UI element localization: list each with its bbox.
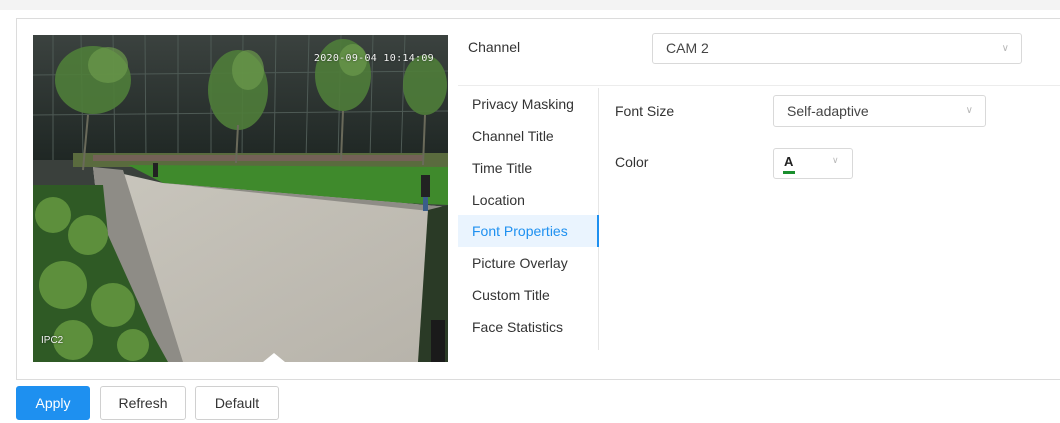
camera-scene xyxy=(33,35,448,362)
font-size-label: Font Size xyxy=(615,103,675,119)
header-strip xyxy=(0,0,1060,10)
video-preview: 2020-09-04 10:14:09 IPC2 xyxy=(33,35,448,362)
video-timestamp-overlay: 2020-09-04 10:14:09 xyxy=(313,53,434,64)
refresh-button[interactable]: Refresh xyxy=(100,386,186,420)
menu-item-font-properties[interactable]: Font Properties xyxy=(458,215,599,247)
video-channel-overlay: IPC2 xyxy=(41,335,64,346)
default-button[interactable]: Default xyxy=(195,386,279,420)
chevron-down-icon: ∨ xyxy=(1001,43,1009,54)
menu-item-time-title[interactable]: Time Title xyxy=(458,152,598,184)
apply-button[interactable]: Apply xyxy=(16,386,90,420)
menu-item-face-statistics[interactable]: Face Statistics xyxy=(458,311,598,343)
chevron-down-icon: ∨ xyxy=(832,155,839,165)
color-swatch xyxy=(783,171,795,174)
channel-select-value: CAM 2 xyxy=(666,40,709,56)
menu-item-location[interactable]: Location xyxy=(458,184,598,216)
font-size-select[interactable]: Self-adaptive ∨ xyxy=(773,95,986,127)
channel-select[interactable]: CAM 2 ∨ xyxy=(652,33,1022,64)
overlay-menu: Privacy Masking Channel Title Time Title… xyxy=(458,88,599,350)
divider xyxy=(458,85,1060,86)
font-size-value: Self-adaptive xyxy=(787,103,869,119)
font-color-icon: A xyxy=(784,154,794,169)
channel-label: Channel xyxy=(468,39,521,55)
menu-item-privacy-masking[interactable]: Privacy Masking xyxy=(458,88,598,120)
menu-item-custom-title[interactable]: Custom Title xyxy=(458,279,598,311)
collapse-tab-icon[interactable] xyxy=(263,353,285,362)
menu-item-channel-title[interactable]: Channel Title xyxy=(458,120,598,152)
chevron-down-icon: ∨ xyxy=(965,105,973,116)
menu-item-picture-overlay[interactable]: Picture Overlay xyxy=(458,247,598,279)
color-picker[interactable]: A ∨ xyxy=(773,148,853,179)
color-label: Color xyxy=(615,154,649,170)
